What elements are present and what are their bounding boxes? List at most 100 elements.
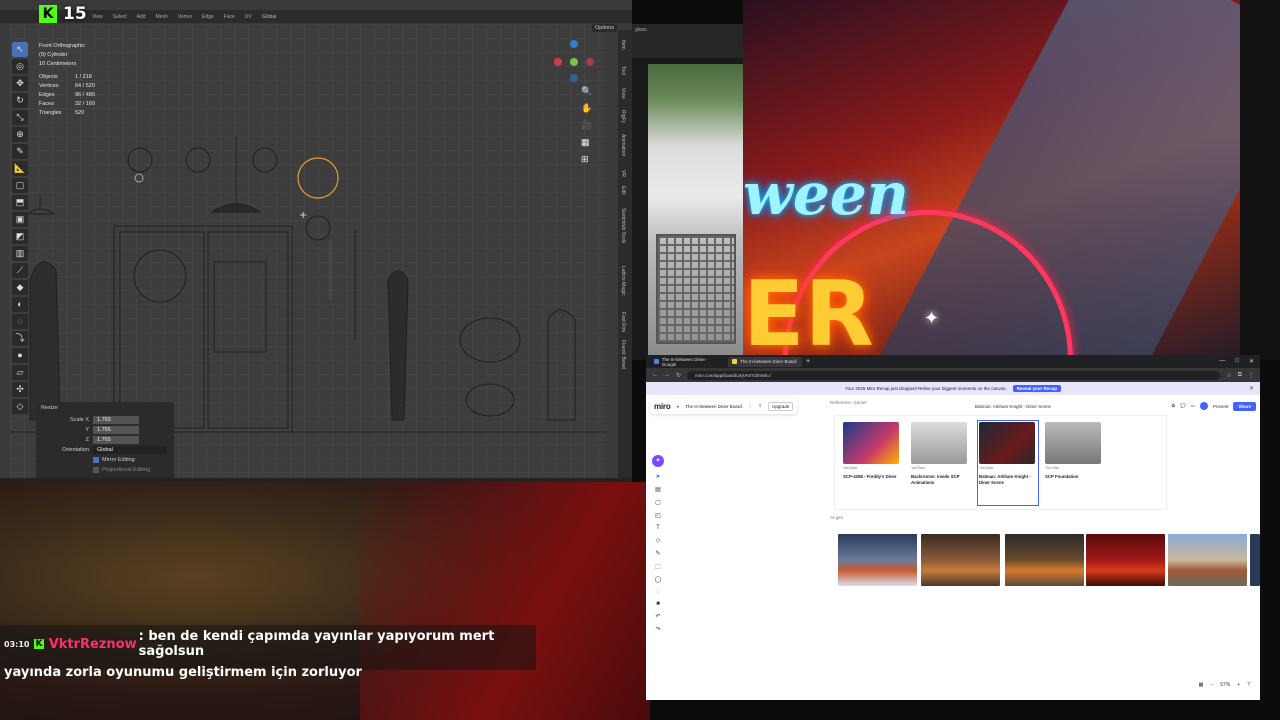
- miro-logo[interactable]: miro: [654, 402, 671, 411]
- close-icon[interactable]: ✕: [1249, 358, 1254, 365]
- banner-close-icon[interactable]: ✕: [1249, 385, 1254, 392]
- reference-card[interactable]: The Wiki SCP Foundation: [1045, 422, 1103, 504]
- zoom-icon[interactable]: 🔍: [581, 86, 592, 97]
- redo-icon[interactable]: ↷: [655, 626, 660, 633]
- share-button[interactable]: Share: [1233, 401, 1256, 411]
- y-axis-icon[interactable]: [570, 58, 578, 66]
- ai-frame-label[interactable]: AI gen: [830, 515, 843, 520]
- loop-cut-icon[interactable]: ▥: [12, 246, 28, 261]
- camera-icon[interactable]: 🎥: [581, 120, 592, 131]
- ai-image[interactable]: [1086, 534, 1165, 586]
- maximize-icon[interactable]: □: [1235, 358, 1239, 365]
- tab-rigify[interactable]: RigFy: [620, 110, 626, 123]
- orientation-select[interactable]: Global: [93, 445, 167, 454]
- tab-edit[interactable]: Edit: [620, 186, 626, 195]
- new-tab-icon[interactable]: +: [806, 358, 810, 365]
- shapes-icon[interactable]: ◇: [656, 537, 661, 544]
- reload-icon[interactable]: ↻: [676, 372, 681, 379]
- smooth-tool-icon[interactable]: ◌: [12, 314, 28, 329]
- ai-image[interactable]: [1168, 534, 1247, 586]
- tab-vr[interactable]: VR: [620, 170, 626, 177]
- text-tool-icon[interactable]: T: [656, 525, 660, 531]
- miro-canvas[interactable]: Reference, Görsel YouTube SCP-4258 - Fre…: [830, 398, 1260, 694]
- rip-tool-icon[interactable]: ✣: [12, 382, 28, 397]
- board-star-icon[interactable]: ●: [677, 404, 680, 409]
- tab-fast-rim[interactable]: Fast Rim: [620, 312, 626, 332]
- board-menu-icon[interactable]: ⋮: [748, 403, 753, 409]
- cursor-tool-icon[interactable]: ◎: [12, 59, 28, 74]
- grid-icon[interactable]: ▦: [581, 137, 592, 148]
- ai-image[interactable]: [838, 534, 917, 586]
- help-icon[interactable]: ?: [1247, 682, 1250, 688]
- annotate-tool-icon[interactable]: ✎: [12, 144, 28, 159]
- proportional-editing-row[interactable]: Proportional Editing: [41, 465, 169, 474]
- minimize-icon[interactable]: —: [1219, 358, 1225, 365]
- spin-tool-icon[interactable]: ◐: [12, 297, 28, 312]
- redo-panel-title[interactable]: Resize: [41, 405, 169, 411]
- reference-card[interactable]: YouTube SCP-4258 - Freddy's Diner: [843, 422, 901, 504]
- scale-x-field[interactable]: 1.765: [93, 415, 139, 424]
- bookmark-star-icon[interactable]: ☆: [1226, 372, 1231, 379]
- tab-animation[interactable]: Animation: [620, 134, 626, 156]
- ai-image[interactable]: [1250, 534, 1260, 586]
- tab-view[interactable]: View: [620, 88, 626, 99]
- comment-icon[interactable]: ◯: [655, 576, 662, 583]
- ai-image[interactable]: [921, 534, 1000, 586]
- tab-sketchfab[interactable]: Sketchfab Tools: [620, 208, 626, 243]
- tab-fluent-bevel[interactable]: Fluent: Bevel: [620, 340, 626, 369]
- url-input[interactable]: miro.com/app/board/uXjVK0YZ8n68=/: [687, 370, 1221, 380]
- extrude-tool-icon[interactable]: ⬒: [12, 195, 28, 210]
- pen-icon[interactable]: ✎: [655, 550, 660, 557]
- edge-slide-icon[interactable]: ⤵: [12, 331, 28, 346]
- zoom-in-icon[interactable]: +: [1237, 682, 1240, 688]
- reveal-recap-button[interactable]: Reveal your Recap: [1012, 385, 1061, 392]
- select-tool-icon[interactable]: ↖: [12, 42, 28, 57]
- present-button[interactable]: Present: [1213, 404, 1229, 409]
- reference-frame[interactable]: YouTube SCP-4258 - Freddy's Diner YouTub…: [834, 415, 1167, 510]
- frame-icon[interactable]: ▢: [655, 499, 661, 506]
- templates-icon[interactable]: ▤: [655, 486, 661, 493]
- zoom-out-icon[interactable]: −: [1210, 682, 1213, 688]
- snap-tool-icon[interactable]: ◇: [12, 399, 28, 414]
- options-button[interactable]: Options: [592, 24, 617, 32]
- scale-z-field[interactable]: 1.765: [93, 435, 139, 444]
- tab-item[interactable]: Item: [620, 40, 626, 50]
- proportional-editing-checkbox[interactable]: [93, 466, 99, 473]
- reference-card-selected[interactable]: YouTube Batman: Arkham Knight - Diner Sc…: [977, 420, 1039, 506]
- avatar[interactable]: [1199, 402, 1208, 410]
- poly-build-icon[interactable]: ◆: [12, 280, 28, 295]
- ai-image[interactable]: [1005, 534, 1084, 586]
- browser-tab[interactable]: The In-between Diner - Google: [650, 357, 724, 367]
- rotate-tool-icon[interactable]: ↻: [12, 93, 28, 108]
- speech-icon[interactable]: ◌: [656, 589, 660, 595]
- add-cube-icon[interactable]: ▢: [12, 178, 28, 193]
- tab-lattice-magic[interactable]: Lattice Magic: [620, 266, 626, 295]
- frame-tool-icon[interactable]: ⬚: [655, 563, 661, 570]
- video-call-icon[interactable]: ▭: [1191, 403, 1195, 409]
- select-cursor-icon[interactable]: ➤: [655, 473, 660, 480]
- scale-tool-icon[interactable]: ⤡: [12, 110, 28, 125]
- back-icon[interactable]: ←: [652, 372, 658, 378]
- neg-z-axis-icon[interactable]: [570, 74, 578, 82]
- menu-dots-icon[interactable]: ⋮: [1248, 372, 1254, 379]
- reference-card[interactable]: YouTube Backrooms: Inside SCP Animations: [911, 422, 969, 504]
- measure-tool-icon[interactable]: 📐: [12, 161, 28, 176]
- knife-tool-icon[interactable]: ⟋: [12, 263, 28, 278]
- mirror-editing-row[interactable]: Mirror Editing: [41, 455, 169, 464]
- forward-icon[interactable]: →: [664, 372, 670, 378]
- mirror-editing-checkbox[interactable]: [93, 456, 99, 463]
- upgrade-button[interactable]: Upgrade: [768, 401, 794, 411]
- transform-tool-icon[interactable]: ⊕: [12, 127, 28, 142]
- quad-view-icon[interactable]: ⊞: [581, 154, 592, 165]
- tab-tool[interactable]: Tool: [620, 66, 626, 75]
- minimap-icon[interactable]: ▦: [1199, 682, 1204, 688]
- chat-username[interactable]: VktrReznow: [49, 637, 137, 652]
- reference-frame-label[interactable]: Reference, Görsel: [830, 400, 867, 405]
- shrink-fatten-icon[interactable]: ●: [12, 348, 28, 363]
- navigation-gizmo[interactable]: [552, 40, 596, 88]
- board-title[interactable]: The In-between Diner Board: [685, 404, 742, 409]
- shear-tool-icon[interactable]: ▱: [12, 365, 28, 380]
- x-axis-icon[interactable]: [554, 58, 562, 66]
- pan-hand-icon[interactable]: ✋: [581, 103, 592, 114]
- export-icon[interactable]: ⇪: [758, 403, 762, 409]
